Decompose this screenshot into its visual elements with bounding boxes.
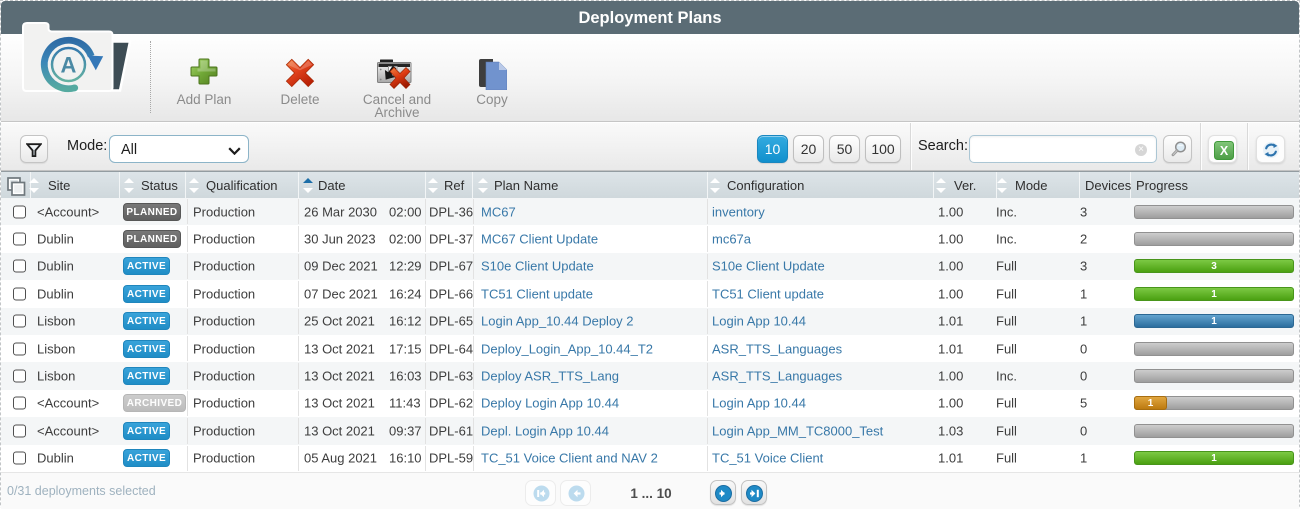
svg-text:A: A bbox=[61, 53, 77, 78]
svg-text:X: X bbox=[1220, 144, 1229, 158]
